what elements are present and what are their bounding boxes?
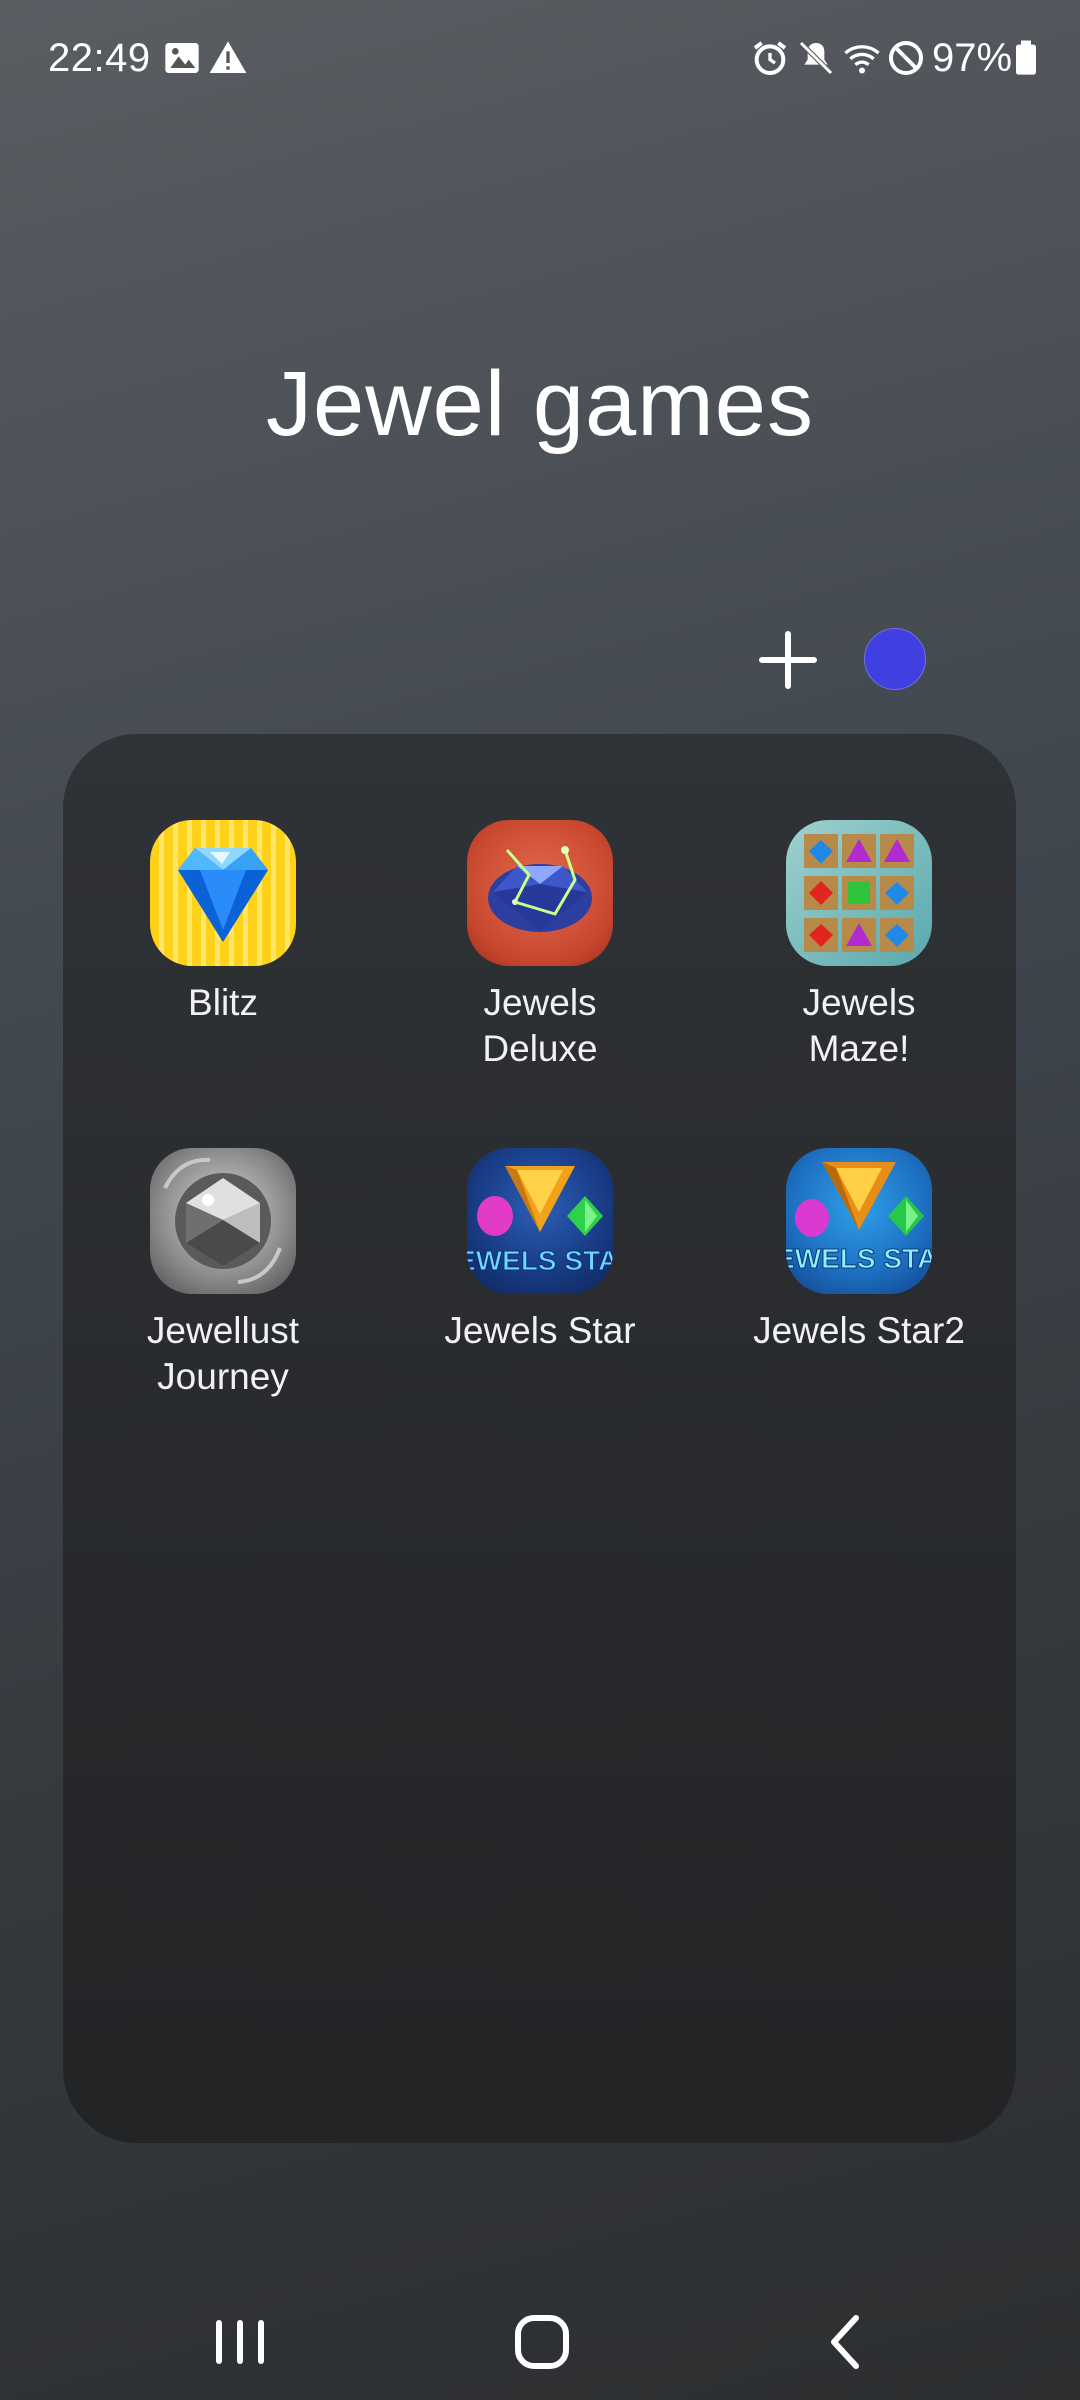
app-jewels-star[interactable]: JEWELS STAR Jewels Star xyxy=(380,1148,700,1354)
clock: 22:49 xyxy=(48,36,151,80)
image-icon xyxy=(165,43,199,73)
add-apps-button[interactable] xyxy=(752,624,824,696)
jewels-maze-icon xyxy=(786,820,932,966)
icon-text: JEWELS STAR xyxy=(467,1245,613,1276)
app-jewels-maze[interactable]: Jewels Maze! xyxy=(699,820,1019,1072)
recents-button[interactable] xyxy=(200,2302,280,2382)
blitz-diamond-icon xyxy=(150,820,296,966)
battery-icon xyxy=(1016,40,1036,75)
mute-icon xyxy=(799,41,833,75)
warning-icon xyxy=(209,41,247,73)
app-label: Jewels Deluxe xyxy=(482,982,598,1069)
battery-percentage: 97% xyxy=(932,36,1013,80)
app-blitz[interactable]: Blitz xyxy=(63,820,383,1026)
alarm-icon xyxy=(753,41,787,75)
jewels-deluxe-icon xyxy=(467,820,613,966)
back-button[interactable] xyxy=(806,2302,886,2382)
jewels-star2-icon: JEWELS STAR xyxy=(786,1148,932,1294)
wifi-icon xyxy=(844,45,880,74)
folder-panel: Blitz Jewels Deluxe Jewels Maze! Jewellu… xyxy=(63,734,1016,2143)
app-label: Jewellust Journey xyxy=(146,1310,300,1397)
navigation-bar xyxy=(0,2262,1080,2400)
jewels-star-icon: JEWELS STAR xyxy=(467,1148,613,1294)
app-jewellust-journey[interactable]: Jewellust Journey xyxy=(63,1148,383,1400)
app-label: Jewels Maze! xyxy=(802,982,916,1069)
folder-color-button[interactable] xyxy=(864,628,926,690)
app-label: Jewels Star2 xyxy=(753,1310,965,1351)
jewellust-journey-icon xyxy=(150,1148,296,1294)
home-button[interactable] xyxy=(502,2302,582,2382)
app-jewels-deluxe[interactable]: Jewels Deluxe xyxy=(380,820,700,1072)
app-label: Jewels Star xyxy=(444,1310,636,1351)
do-not-disturb-icon xyxy=(889,41,923,75)
status-bar: 22:49 97% xyxy=(0,0,1080,120)
app-jewels-star2[interactable]: JEWELS STAR Jewels Star2 xyxy=(699,1148,1019,1354)
folder-title[interactable]: Jewel games xyxy=(0,352,1080,457)
icon-text: JEWELS STAR xyxy=(786,1243,932,1274)
app-label: Blitz xyxy=(188,982,258,1023)
